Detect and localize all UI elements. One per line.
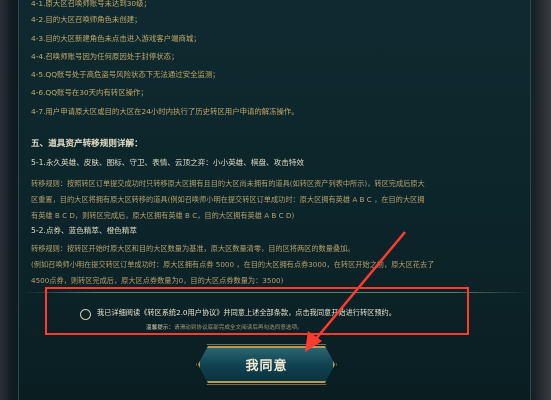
red-arrow-icon — [305, 231, 406, 352]
arrow-shaft — [314, 231, 406, 341]
